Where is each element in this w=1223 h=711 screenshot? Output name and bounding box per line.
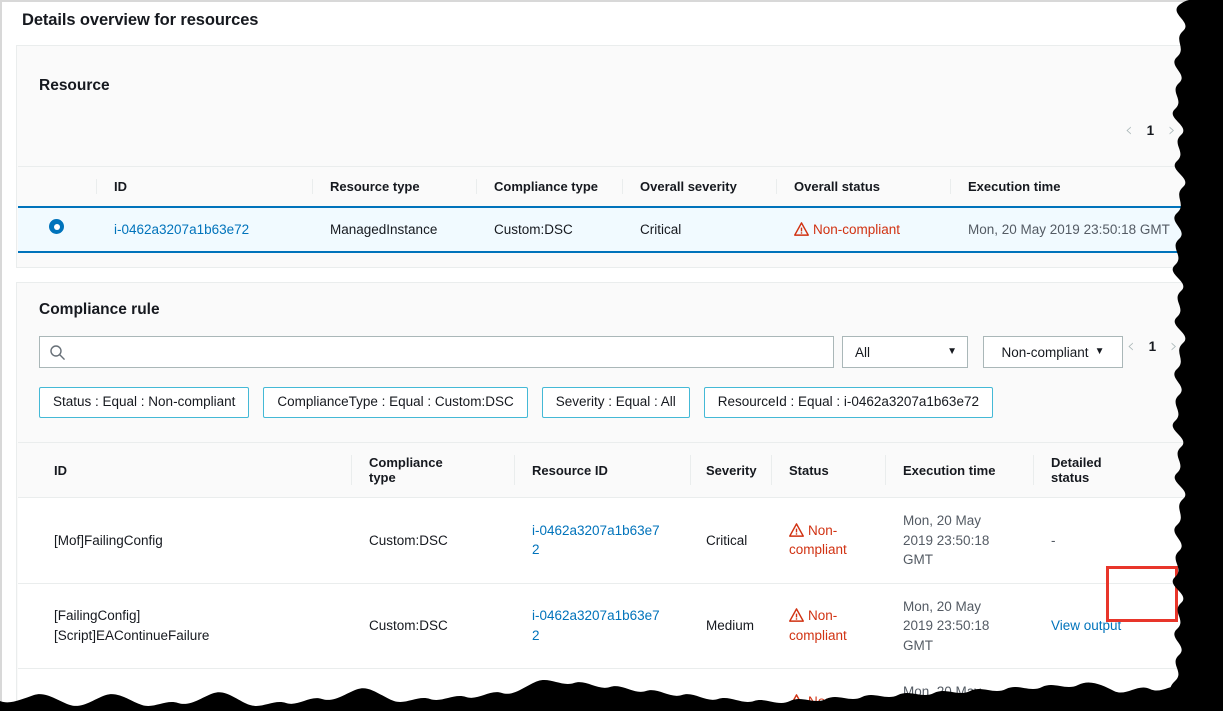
resource-table-body: i-0462a3207a1b63e72 ManagedInstance Cust…	[18, 207, 1223, 252]
resource-row-radio-cell[interactable]	[18, 207, 96, 252]
filter-pill-compliance-type[interactable]: ComplianceType : Equal : Custom:DSC	[263, 387, 527, 418]
compliance-col-compliance-type: Compliance type	[351, 443, 514, 498]
compliance-row-id: [Mof]FailingConfig	[18, 498, 351, 584]
search-input[interactable]	[73, 345, 824, 360]
compliance-col-severity: Severity	[690, 443, 771, 498]
compliance-row-severity: Critical	[690, 498, 771, 584]
compliance-row-execution-time: Mon, 20 May 2019 23:50:18 GMT	[885, 498, 1033, 584]
warning-triangle-icon	[789, 608, 804, 622]
status-badge: Non-compliant	[789, 521, 869, 560]
resource-row-id[interactable]: i-0462a3207a1b63e72	[96, 207, 312, 252]
radio-selected-icon[interactable]	[49, 219, 64, 234]
compliance-col-resource-id: Resource ID	[514, 443, 690, 498]
filter-pill-status[interactable]: Status : Equal : Non-compliant	[39, 387, 249, 418]
severity-filter-value: All	[855, 345, 870, 360]
compliance-header-row: ID Compliance type Resource ID Severity …	[18, 443, 1223, 498]
warning-triangle-icon	[789, 523, 804, 537]
torn-edge-bottom	[0, 651, 1223, 711]
table-row[interactable]: i-0462a3207a1b63e72 ManagedInstance Cust…	[18, 207, 1223, 252]
table-row[interactable]: [Mof]FailingConfig Custom:DSC i-0462a320…	[18, 498, 1223, 584]
resource-col-compliance-type: Compliance type	[476, 167, 622, 208]
resource-table: ID Resource type Compliance type Overall…	[18, 166, 1223, 253]
resource-row-type: ManagedInstance	[312, 207, 476, 252]
status-badge-label: Non-compliant	[813, 222, 900, 237]
compliance-row-resource-id[interactable]: i-0462a3207a1b63e72	[514, 498, 690, 584]
resource-row-severity: Critical	[622, 207, 776, 252]
resource-row-compliance-type: Custom:DSC	[476, 207, 622, 252]
resource-col-select	[18, 167, 96, 208]
chevron-down-icon: ▼	[947, 347, 957, 357]
chevron-down-icon: ▼	[1095, 347, 1105, 357]
resource-col-id: ID	[96, 167, 312, 208]
compliance-table-head: ID Compliance type Resource ID Severity …	[18, 443, 1223, 498]
warning-triangle-icon	[794, 222, 809, 236]
screenshot-root: Details overview for resources Resource …	[0, 0, 1223, 711]
resource-panel-heading: Resource	[39, 77, 110, 95]
compliance-row-type: Custom:DSC	[351, 498, 514, 584]
compliance-row-status: Non-compliant	[771, 498, 885, 584]
search-icon	[49, 344, 66, 361]
torn-edge-right	[1163, 0, 1223, 711]
compliance-col-execution-time: Execution time	[885, 443, 1033, 498]
chevron-left-icon[interactable]: ‹	[1125, 121, 1133, 140]
resource-col-resource-type: Resource type	[312, 167, 476, 208]
compliance-page-number[interactable]: 1	[1149, 339, 1157, 354]
compliance-col-id: ID	[18, 443, 351, 498]
resource-row-status: Non-compliant	[776, 207, 950, 252]
filter-pill-row: Status : Equal : Non-compliant Complianc…	[39, 387, 993, 418]
status-badge: Non-compliant	[789, 606, 869, 645]
chevron-left-icon[interactable]: ‹	[1127, 337, 1135, 356]
status-badge: Non-compliant	[794, 220, 900, 240]
resource-table-head: ID Resource type Compliance type Overall…	[18, 167, 1223, 208]
search-box[interactable]	[39, 336, 834, 368]
page-title: Details overview for resources	[22, 11, 258, 30]
status-filter-select[interactable]: Non-compliant ▼	[983, 336, 1123, 368]
compliance-col-status: Status	[771, 443, 885, 498]
compliance-panel-heading: Compliance rule	[39, 301, 160, 319]
resource-header-row: ID Resource type Compliance type Overall…	[18, 167, 1223, 208]
resource-table-wrapper: ID Resource type Compliance type Overall…	[18, 166, 1223, 253]
resource-panel: Resource ‹ 1 › ID Resource type Complian…	[16, 45, 1223, 268]
severity-filter-select[interactable]: All ▼	[842, 336, 968, 368]
resource-page-number[interactable]: 1	[1147, 123, 1155, 138]
resource-col-overall-status: Overall status	[776, 167, 950, 208]
status-filter-value: Non-compliant	[1002, 345, 1089, 360]
filter-pill-severity[interactable]: Severity : Equal : All	[542, 387, 690, 418]
filter-pill-resource-id[interactable]: ResourceId : Equal : i-0462a3207a1b63e72	[704, 387, 993, 418]
resource-col-overall-severity: Overall severity	[622, 167, 776, 208]
compliance-rule-panel: Compliance rule All ▼ Non-compliant ▼ ‹ …	[16, 282, 1223, 702]
